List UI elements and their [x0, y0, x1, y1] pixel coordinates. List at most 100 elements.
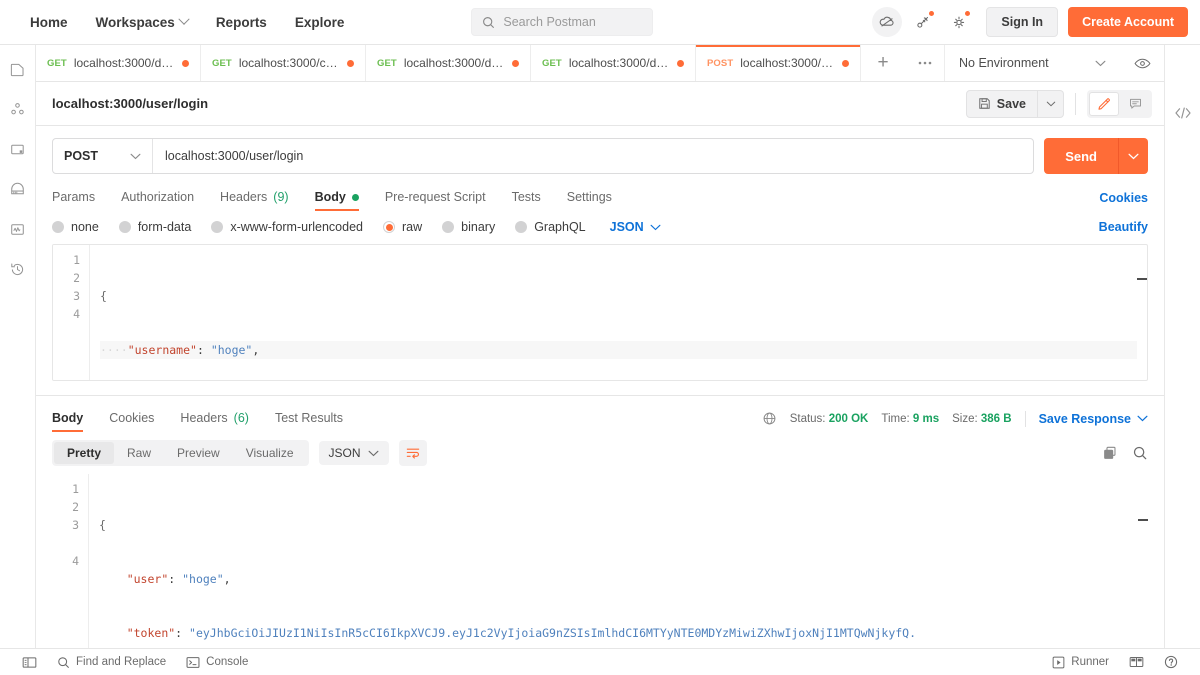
search-placeholder: Search Postman: [503, 15, 596, 29]
line-number: 2: [73, 271, 80, 285]
save-button[interactable]: Save: [965, 89, 1038, 118]
save-response-button[interactable]: Save Response: [1039, 412, 1148, 426]
save-options-button[interactable]: [1038, 89, 1064, 118]
console-button[interactable]: Console: [176, 649, 258, 675]
response-tab-cookies[interactable]: Cookies: [109, 405, 154, 432]
request-tab[interactable]: GET localhost:3000/do...: [531, 45, 696, 81]
tab-method: GET: [542, 57, 562, 69]
notifications-button[interactable]: [908, 7, 938, 37]
tab-headers-count: (9): [273, 190, 289, 204]
sign-in-button[interactable]: Sign In: [986, 7, 1059, 37]
find-and-replace-button[interactable]: Find and Replace: [47, 649, 176, 675]
sidebar-monitors-button[interactable]: [8, 219, 28, 239]
request-body-editor[interactable]: 1 2 3 4 { ····"username": "hoge", ····"p…: [52, 244, 1148, 381]
response-code[interactable]: { "user": "hoge", "token": "eyJhbGciOiJI…: [88, 474, 1148, 648]
code-line: "token": "eyJhbGciOiJIUzI1NiIsInR5cCI6Ik…: [99, 624, 1138, 642]
nav-reports[interactable]: Reports: [202, 9, 281, 36]
line-number: 1: [73, 253, 80, 267]
sidebar-apis-button[interactable]: [8, 99, 28, 119]
sidebar-toggle-icon: [22, 656, 37, 668]
view-mode-preview[interactable]: Preview: [164, 442, 233, 464]
tab-tests[interactable]: Tests: [512, 184, 541, 211]
indent-guide: ····: [100, 343, 128, 357]
request-tab[interactable]: GET localhost:3000/do...: [36, 45, 201, 81]
new-tab-button[interactable]: +: [861, 45, 905, 81]
url-input[interactable]: localhost:3000/user/login: [153, 139, 1033, 173]
chevron-down-icon: [178, 13, 190, 25]
request-tab[interactable]: GET localhost:3000/do...: [366, 45, 531, 81]
response-divider: [36, 395, 1164, 396]
view-mode-visualize[interactable]: Visualize: [233, 442, 307, 464]
body-type-none[interactable]: none: [52, 220, 99, 234]
environment-selector[interactable]: No Environment: [945, 45, 1120, 81]
environment-quick-look-button[interactable]: [1120, 45, 1164, 81]
view-mode-raw[interactable]: Raw: [114, 442, 164, 464]
request-editor-code[interactable]: { ····"username": "hoge", ····"password"…: [89, 245, 1147, 380]
cookies-link[interactable]: Cookies: [1099, 191, 1148, 205]
view-mode-pretty[interactable]: Pretty: [54, 442, 115, 464]
response-body-viewer[interactable]: 1 2 3 4 { "user": "hoge", "token": "eyJh…: [52, 474, 1148, 648]
editor-scroll-marker[interactable]: [1137, 278, 1147, 280]
nav-explore[interactable]: Explore: [281, 9, 359, 36]
comment-icon: [1129, 98, 1141, 109]
sidebar-collections-button[interactable]: [8, 59, 28, 79]
sidebar-environments-button[interactable]: [8, 139, 28, 159]
search-input[interactable]: Search Postman: [471, 8, 654, 36]
method-selector[interactable]: POST: [53, 139, 153, 173]
send-button[interactable]: Send: [1044, 138, 1118, 174]
body-type-urlencoded-label: x-www-form-urlencoded: [230, 220, 363, 234]
body-type-x-www-form-urlencoded[interactable]: x-www-form-urlencoded: [211, 220, 363, 234]
settings-button[interactable]: [944, 7, 974, 37]
send-options-button[interactable]: [1118, 138, 1148, 174]
cloud-offline-icon: [880, 16, 894, 27]
titlebar-divider: [1075, 92, 1076, 115]
wrap-lines-button[interactable]: [398, 440, 427, 466]
sidebar-mock-servers-button[interactable]: [8, 179, 28, 199]
response-tab-body[interactable]: Body: [52, 405, 84, 432]
nav-home[interactable]: Home: [16, 9, 82, 36]
comment-mode-button[interactable]: [1120, 92, 1150, 116]
top-navigation-bar: Home Workspaces Reports Explore Search P…: [0, 0, 1200, 45]
body-type-form-data[interactable]: form-data: [118, 220, 191, 234]
tab-options-button[interactable]: [905, 45, 945, 81]
tab-pre-request-script[interactable]: Pre-request Script: [385, 184, 486, 211]
tab-settings[interactable]: Settings: [567, 184, 612, 211]
code-snippet-button[interactable]: [1173, 103, 1193, 123]
body-type-raw[interactable]: raw: [383, 220, 422, 234]
response-scroll-marker[interactable]: [1138, 519, 1148, 521]
send-label: Send: [1065, 148, 1097, 164]
request-tab[interactable]: GET localhost:3000/ca...: [201, 45, 366, 81]
help-button[interactable]: [1154, 649, 1188, 675]
tab-params[interactable]: Params: [52, 184, 95, 211]
body-type-graphql[interactable]: GraphQL: [515, 220, 586, 234]
toggle-sidebar-button[interactable]: [12, 649, 47, 675]
body-type-binary[interactable]: binary: [442, 220, 495, 234]
search-response-button[interactable]: [1132, 445, 1148, 461]
copy-button[interactable]: [1102, 445, 1118, 461]
globe-button[interactable]: [762, 411, 777, 426]
response-tab-headers[interactable]: Headers (6): [180, 405, 249, 432]
edit-mode-button[interactable]: [1089, 91, 1119, 116]
request-tab-active[interactable]: POST localhost:3000/u...: [696, 45, 861, 81]
size-value: 386 B: [980, 412, 1012, 425]
cloud-offline-button[interactable]: [872, 7, 903, 37]
response-format-selector[interactable]: JSON: [318, 441, 389, 465]
status-value: 200 OK: [828, 412, 869, 425]
beautify-button[interactable]: Beautify: [1099, 220, 1148, 234]
runner-button[interactable]: Runner: [1042, 649, 1119, 675]
tab-authorization[interactable]: Authorization: [121, 184, 194, 211]
right-sidebar: [1164, 45, 1200, 648]
create-account-button[interactable]: Create Account: [1068, 7, 1188, 37]
environments-icon: [11, 144, 24, 154]
sign-in-label: Sign In: [1001, 15, 1044, 29]
response-tab-test-results[interactable]: Test Results: [275, 405, 343, 432]
body-format-selector[interactable]: JSON: [610, 220, 661, 234]
two-pane-layout-button[interactable]: [1119, 649, 1154, 675]
nav-workspaces[interactable]: Workspaces: [82, 9, 202, 36]
time-label: Time:: [881, 412, 910, 425]
response-meta: Status: 200 OK Time: 9 ms Size: 386 B Sa…: [762, 410, 1148, 427]
tab-headers[interactable]: Headers (9): [220, 184, 289, 211]
sidebar-history-button[interactable]: [8, 259, 28, 279]
tab-body[interactable]: Body: [314, 184, 360, 211]
